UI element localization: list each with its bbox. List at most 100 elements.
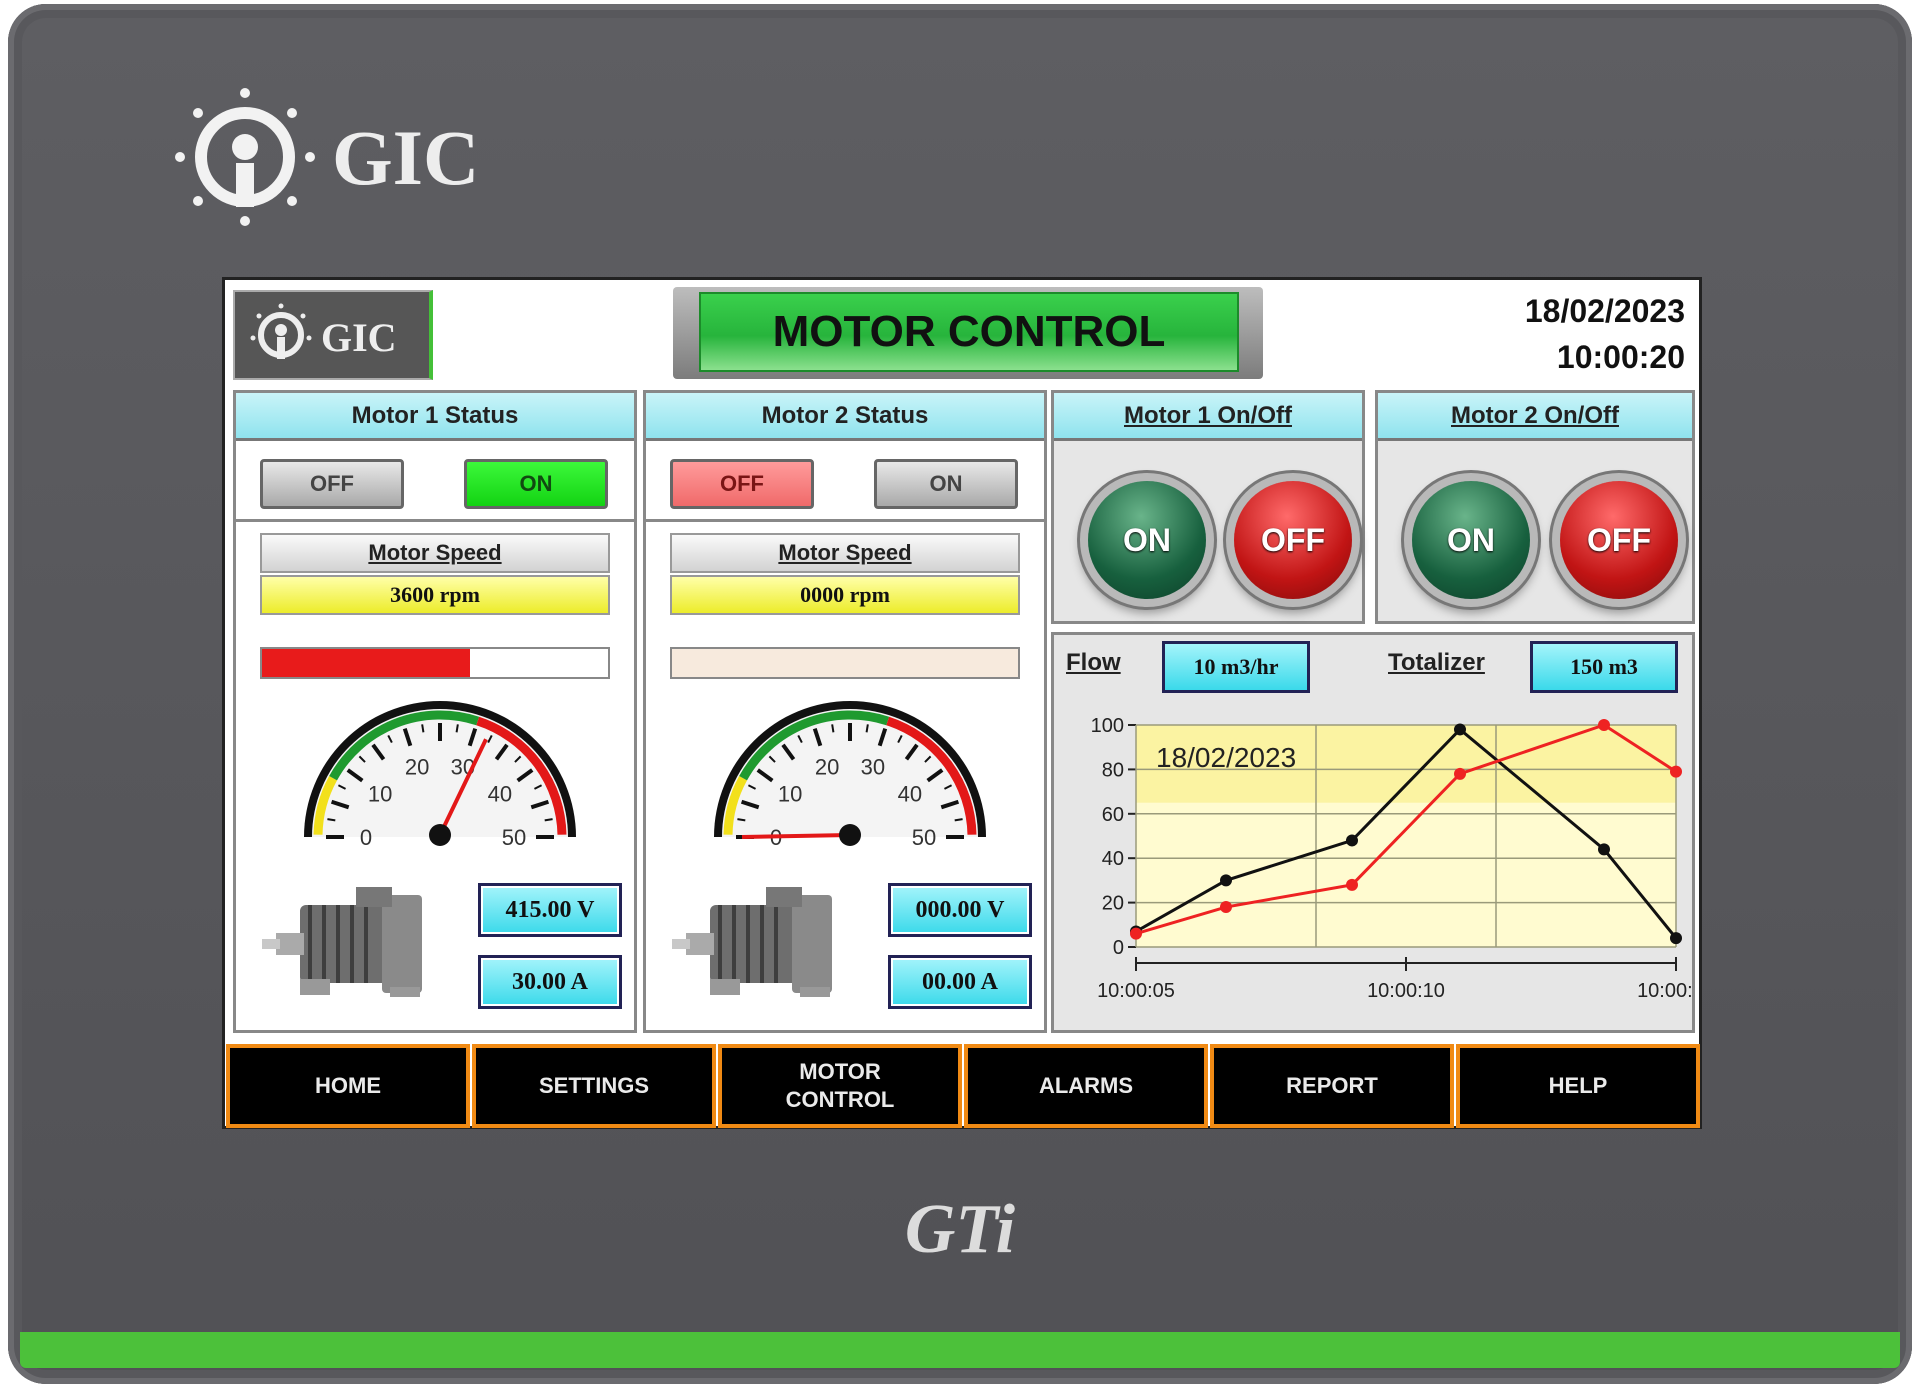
series-2-point xyxy=(1454,767,1466,780)
chart-annotation: 18/02/2023 xyxy=(1156,742,1296,773)
gauge-tick-label: 30 xyxy=(861,755,885,780)
series-2-point xyxy=(1598,719,1610,731)
motor2-off-button[interactable]: OFF xyxy=(1560,481,1678,599)
motor1-status-title: Motor 1 Status xyxy=(236,393,634,441)
series-2-point xyxy=(1130,927,1142,940)
motor2-off-indicator[interactable]: OFF xyxy=(670,459,814,509)
y-tick-label: 40 xyxy=(1102,848,1124,870)
series-2-point xyxy=(1670,765,1682,778)
totalizer-value: 150 m3 xyxy=(1530,641,1678,693)
motor2-image xyxy=(672,887,832,997)
gauge-tick-label: 50 xyxy=(912,825,936,850)
series-1-point xyxy=(1454,723,1466,736)
nav-settings[interactable]: SETTINGS xyxy=(472,1044,716,1128)
flow-label: Flow xyxy=(1066,649,1121,676)
gauge-tick-label: 40 xyxy=(898,782,922,807)
gauge-tick xyxy=(421,724,425,733)
brand-logo: GIC xyxy=(160,85,490,235)
motor2-speed-gauge: 01020304050 xyxy=(714,701,986,850)
motor2-on-indicator[interactable]: ON xyxy=(874,459,1018,509)
series-1-point xyxy=(1670,932,1682,945)
motor1-onoff-panel: Motor 1 On/Off ON OFF xyxy=(1051,390,1365,624)
motor2-speed-value: 0000 rpm xyxy=(670,575,1020,615)
nav-help[interactable]: HELP xyxy=(1456,1044,1700,1128)
y-tick-label: 60 xyxy=(1102,804,1124,826)
divider xyxy=(236,519,634,522)
x-tick-label: 10:00:10 xyxy=(1367,980,1445,1002)
nav-alarms[interactable]: ALARMS xyxy=(964,1044,1208,1128)
brand-name: GIC xyxy=(332,114,480,201)
gauge-tick-label: 10 xyxy=(368,782,392,807)
motor2-speed-label: Motor Speed xyxy=(670,533,1020,573)
motor2-onoff-title: Motor 2 On/Off xyxy=(1378,393,1692,441)
motor1-off-button[interactable]: OFF xyxy=(1234,481,1352,599)
gauge-tick-label: 0 xyxy=(360,825,372,850)
date-display: 18/02/2023 xyxy=(1524,293,1685,329)
gic-sun-icon xyxy=(175,88,315,226)
trend-chart: 100 80 60 40 20 0 10:00:05 10:00:10 10:00:15 18/0… xyxy=(1091,715,1692,1002)
header-logo-text: GIC xyxy=(321,315,397,360)
motor1-speed-gauge: 01020 304050 xyxy=(304,701,576,850)
y-tick-label: 80 xyxy=(1102,759,1124,781)
series-1-point xyxy=(1346,834,1358,847)
motor2-status-title: Motor 2 Status xyxy=(646,393,1044,441)
motor2-voltage: 000.00 V xyxy=(888,883,1032,937)
motor1-current: 30.00 A xyxy=(478,955,622,1009)
nav-motor-control[interactable]: MOTOR CONTROL xyxy=(718,1044,962,1128)
flow-trend-panel: Flow 10 m3/hr Totalizer 150 m3 100 80 60 40… xyxy=(1051,632,1695,1033)
motor2-current: 00.00 A xyxy=(888,955,1032,1009)
motor1-off-indicator[interactable]: OFF xyxy=(260,459,404,509)
gic-logo-icon xyxy=(250,303,312,359)
motor1-speed-value: 3600 rpm xyxy=(260,575,610,615)
y-tick-label: 20 xyxy=(1102,893,1124,915)
totalizer-label: Totalizer xyxy=(1388,649,1485,676)
gauge-hub xyxy=(839,824,861,846)
gauge-tick-label: 10 xyxy=(778,782,802,807)
gauge-tick xyxy=(831,724,835,733)
gauge-tick xyxy=(865,724,869,733)
hmi-screen: GIC MOTOR CONTROL 18/02/2023 10:00:20 Mo… xyxy=(222,277,1702,1129)
motor2-onoff-panel: Motor 2 On/Off ON OFF xyxy=(1375,390,1695,624)
gauge-tick xyxy=(327,818,336,822)
motor1-onoff-title: Motor 1 On/Off xyxy=(1054,393,1362,441)
gauge-tick-label: 40 xyxy=(488,782,512,807)
series-2-point xyxy=(1220,901,1232,914)
header-logo: GIC xyxy=(233,290,433,380)
motor1-voltage: 415.00 V xyxy=(478,883,622,937)
motor1-on-indicator[interactable]: ON xyxy=(464,459,608,509)
motor1-on-button[interactable]: ON xyxy=(1088,481,1206,599)
series-2-point xyxy=(1346,878,1358,891)
x-tick-label: 10:00:05 xyxy=(1097,980,1175,1002)
motor2-speed-bar xyxy=(670,647,1020,679)
gauge-tick-label: 20 xyxy=(405,755,429,780)
gauge-needle xyxy=(741,833,851,839)
gauge-tick xyxy=(455,724,459,733)
nav-bar: HOME SETTINGS MOTOR CONTROL ALARMS REPOR… xyxy=(226,1044,1700,1128)
nav-report[interactable]: REPORT xyxy=(1210,1044,1454,1128)
motor1-image xyxy=(262,887,422,997)
divider xyxy=(646,519,1044,522)
flow-value: 10 m3/hr xyxy=(1162,641,1310,693)
x-tick-label: 10:00:15 xyxy=(1637,980,1692,1002)
motor1-speed-label: Motor Speed xyxy=(260,533,610,573)
series-1-point xyxy=(1598,843,1610,856)
gauge-tick-label: 20 xyxy=(815,755,839,780)
gauge-tick xyxy=(544,818,553,822)
gauge-hub xyxy=(429,824,451,846)
model-name: GTi xyxy=(904,1191,1016,1268)
motor2-on-button[interactable]: ON xyxy=(1412,481,1530,599)
datetime: 18/02/2023 10:00:20 xyxy=(1525,288,1685,380)
series-1-point xyxy=(1220,874,1232,887)
gauge-tick xyxy=(737,818,746,822)
motor1-speed-bar xyxy=(260,647,610,679)
y-tick-label: 0 xyxy=(1113,937,1124,959)
motor2-status-panel: Motor 2 Status OFF ON Motor Speed 0000 r… xyxy=(643,390,1047,1033)
status-strip xyxy=(20,1332,1900,1368)
gauge-tick-label: 50 xyxy=(502,825,526,850)
gauge-tick xyxy=(954,818,963,822)
motor1-speed-bar-fill xyxy=(262,649,470,677)
nav-home[interactable]: HOME xyxy=(226,1044,470,1128)
y-tick-label: 100 xyxy=(1091,715,1124,737)
time-display: 10:00:20 xyxy=(1556,339,1685,375)
screen-title: MOTOR CONTROL xyxy=(699,292,1239,372)
